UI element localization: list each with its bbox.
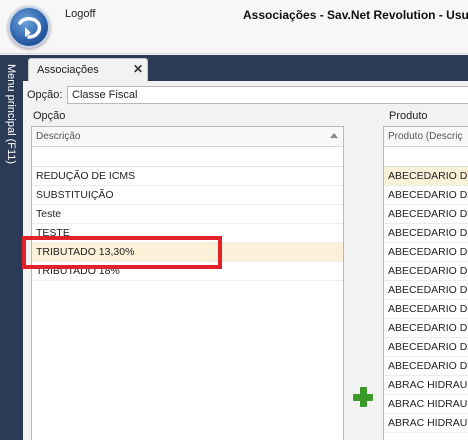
table-row[interactable]: ABECEDARIO DE — [384, 300, 468, 319]
close-icon[interactable]: ✕ — [133, 62, 143, 76]
app-menu-button[interactable] — [8, 6, 50, 48]
opcao-select[interactable]: Classe Fiscal — [67, 86, 468, 104]
column-header-label: Descrição — [36, 131, 81, 142]
logoff-link[interactable]: Logoff — [65, 8, 95, 20]
opcao-grid: Descrição REDUÇÃO DE ICMS SUBSTITUIÇÃO T… — [31, 126, 344, 440]
list-item[interactable]: TESTE — [32, 224, 343, 243]
tab-associacoes[interactable]: Associações ✕ — [28, 58, 148, 81]
table-row[interactable]: ABRAC HIDRAUL — [384, 414, 468, 433]
column-header-descricao[interactable]: Descrição — [32, 127, 343, 147]
table-row[interactable]: ABECEDARIO DE — [384, 205, 468, 224]
table-row[interactable]: ABECEDARIO DE — [384, 167, 468, 186]
opcao-label: Opção: — [27, 89, 63, 101]
sort-ascending-icon — [330, 133, 338, 138]
refresh-arrow-icon — [18, 17, 42, 39]
list-item[interactable]: SUBSTITUIÇÃO — [32, 186, 343, 205]
opcao-group-title: Opção — [33, 110, 66, 122]
table-row[interactable]: ABECEDARIO DE — [384, 243, 468, 262]
table-row[interactable]: ABECEDARIO DE — [384, 338, 468, 357]
table-row[interactable]: ABECEDARIO DE — [384, 262, 468, 281]
produto-grid: Produto (Descriç ABECEDARIO DE ABECEDARI… — [383, 126, 468, 440]
main-content: Opção: Classe Fiscal Opção Produto Descr… — [23, 81, 468, 440]
list-item-selected[interactable]: TRIBUTADO 13,30% — [32, 243, 343, 262]
table-row[interactable]: ABECEDARIO DE — [384, 186, 468, 205]
filter-row[interactable] — [384, 147, 468, 167]
filter-row[interactable] — [32, 147, 343, 167]
table-row[interactable]: ABECEDARIO DE — [384, 224, 468, 243]
column-header-produto[interactable]: Produto (Descriç — [384, 127, 468, 147]
top-bar: Logoff Associações - Sav.Net Revolution … — [0, 0, 468, 54]
tab-strip: Associações ✕ — [23, 55, 468, 81]
list-item[interactable]: TRIBUTADO 18% — [32, 262, 343, 281]
window-title: Associações - Sav.Net Revolution - Usuá — [243, 8, 468, 22]
main-menu-sidebar[interactable]: Menu principal (F11) — [0, 55, 23, 440]
table-row[interactable]: ABECEDARIO DE — [384, 357, 468, 376]
main-menu-label: Menu principal (F11) — [5, 64, 17, 165]
tab-label: Associações — [37, 64, 99, 76]
list-item[interactable]: Teste — [32, 205, 343, 224]
table-row[interactable]: ABECEDARIO DE — [384, 281, 468, 300]
table-row[interactable]: ABRAC HIDRAUL — [384, 376, 468, 395]
column-header-label: Produto (Descriç — [388, 131, 463, 142]
list-item[interactable]: REDUÇÃO DE ICMS — [32, 167, 343, 186]
plus-icon[interactable] — [352, 386, 374, 408]
table-row[interactable]: ABRAC HIDRAUL — [384, 395, 468, 414]
table-row[interactable]: ABECEDARIO DE — [384, 319, 468, 338]
produto-group-title: Produto — [389, 110, 428, 122]
